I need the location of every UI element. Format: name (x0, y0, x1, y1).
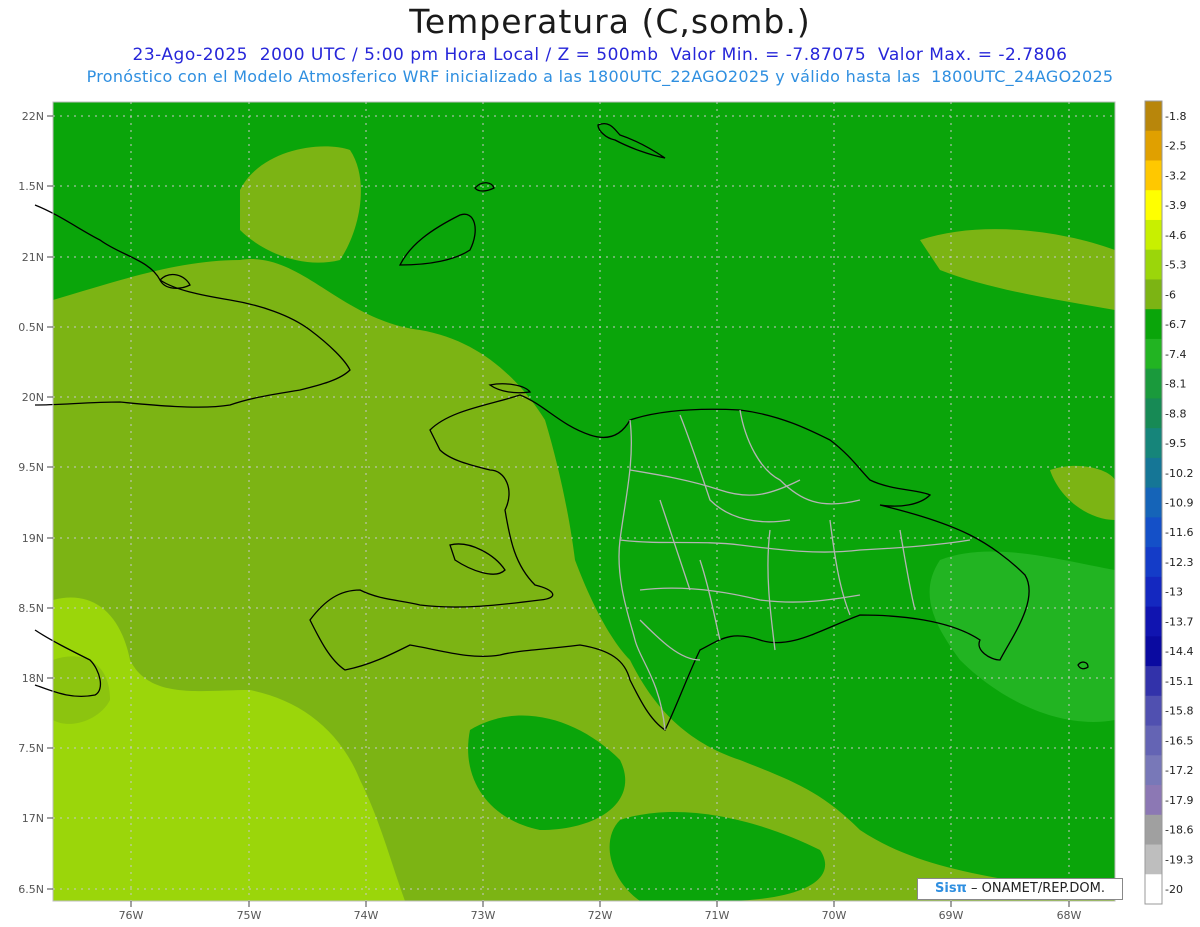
colorbar-swatch (1145, 130, 1162, 161)
temperature-map: 22N 1.5N 21N 0.5N 20N 9.5N 19N 8.5N 18N … (18, 100, 1193, 922)
colorbar-label: -9.5 (1165, 437, 1186, 450)
colorbar-swatch (1145, 457, 1162, 489)
colorbar-swatch (1145, 309, 1162, 340)
colorbar-label: -16.5 (1165, 734, 1193, 747)
map-field (53, 102, 1115, 901)
lon-label: 74W (354, 909, 379, 922)
colorbar-swatch (1145, 517, 1162, 548)
colorbar-label: -19.3 (1165, 853, 1193, 866)
lon-label: 75W (237, 909, 262, 922)
colorbar-swatch (1145, 874, 1162, 905)
lon-label: 76W (119, 909, 144, 922)
colorbar-label: -14.4 (1165, 645, 1193, 658)
colorbar-swatch (1145, 636, 1162, 667)
lat-label: 6.5N (18, 883, 44, 896)
colorbar-swatch (1145, 249, 1162, 280)
colorbar-label: -8.8 (1165, 407, 1186, 420)
colorbar-swatch (1145, 576, 1162, 608)
colorbar-swatch (1145, 428, 1162, 459)
lon-labels: 76W 75W 74W 73W 72W 71W 70W 69W 68W (119, 909, 1082, 922)
lat-label: 8.5N (18, 602, 44, 615)
colorbar-swatch (1145, 190, 1162, 221)
colorbar-swatch (1145, 487, 1162, 518)
lon-label: 71W (705, 909, 730, 922)
colorbar-label: -17.9 (1165, 794, 1193, 807)
colorbar-swatch (1145, 725, 1162, 756)
colorbar-swatch (1145, 785, 1162, 816)
lat-label: 7.5N (18, 742, 44, 755)
colorbar-label: -7.4 (1165, 348, 1186, 361)
lat-label: 18N (22, 672, 44, 685)
lat-label: 19N (22, 532, 44, 545)
colorbar-swatch (1145, 666, 1162, 697)
colorbar-label: -12.3 (1165, 556, 1193, 569)
lat-label: 21N (22, 251, 44, 264)
credit-box: Sisπ – ONAMET/REP.DOM. (917, 878, 1123, 900)
colorbar-swatch (1145, 547, 1162, 578)
lon-label: 68W (1057, 909, 1082, 922)
colorbar-label: -18.6 (1165, 824, 1193, 837)
lat-labels: 22N 1.5N 21N 0.5N 20N 9.5N 19N 8.5N 18N … (18, 110, 44, 896)
lat-label: 1.5N (18, 180, 44, 193)
colorbar-swatch (1145, 279, 1162, 310)
colorbar-label: -15.1 (1165, 675, 1193, 688)
colorbar-swatch (1145, 755, 1162, 786)
colorbar-label: -13.7 (1165, 615, 1193, 628)
lon-label: 69W (939, 909, 964, 922)
colorbar-label: -11.6 (1165, 526, 1193, 539)
colorbar-label: -6.7 (1165, 318, 1186, 331)
colorbar-label: -1.8 (1165, 110, 1186, 123)
sispi-logo-text: Sisπ (935, 881, 967, 896)
lat-label: 0.5N (18, 321, 44, 334)
colorbar-label: -3.2 (1165, 169, 1186, 182)
colorbar-label: -15.8 (1165, 705, 1193, 718)
colorbar-label: -10.9 (1165, 497, 1193, 510)
colorbar-swatch (1145, 338, 1162, 370)
lon-label: 72W (588, 909, 613, 922)
lon-label: 70W (822, 909, 847, 922)
lat-label: 22N (22, 110, 44, 123)
colorbar-label: -10.2 (1165, 467, 1193, 480)
colorbar-label: -20 (1165, 883, 1183, 896)
colorbar-swatch (1145, 844, 1162, 875)
colorbar: -1.8 -2.5 -3.2 -3.9 -4.6 -5.3 -6 -6.7 -7.4 -8.1 -8… (1144, 100, 1193, 905)
lon-label: 73W (471, 909, 496, 922)
colorbar-label: -13 (1165, 586, 1183, 599)
lat-label: 20N (22, 391, 44, 404)
colorbar-swatch (1145, 606, 1162, 637)
colorbar-swatch (1145, 219, 1162, 251)
lat-label: 9.5N (18, 461, 44, 474)
colorbar-label: -4.6 (1165, 229, 1186, 242)
colorbar-swatch (1145, 398, 1162, 429)
colorbar-label: -2.5 (1165, 140, 1186, 153)
lat-label: 17N (22, 812, 44, 825)
colorbar-swatch (1145, 814, 1162, 846)
credit-text: – ONAMET/REP.DOM. (966, 881, 1105, 896)
colorbar-label: -8.1 (1165, 378, 1186, 391)
colorbar-swatch (1145, 368, 1162, 399)
colorbar-label: -5.3 (1165, 259, 1186, 272)
colorbar-swatch (1145, 160, 1162, 191)
colorbar-swatch (1145, 695, 1162, 727)
colorbar-label: -3.9 (1165, 199, 1186, 212)
colorbar-label: -17.2 (1165, 764, 1193, 777)
colorbar-label: -6 (1165, 288, 1176, 301)
colorbar-swatch (1145, 101, 1162, 132)
